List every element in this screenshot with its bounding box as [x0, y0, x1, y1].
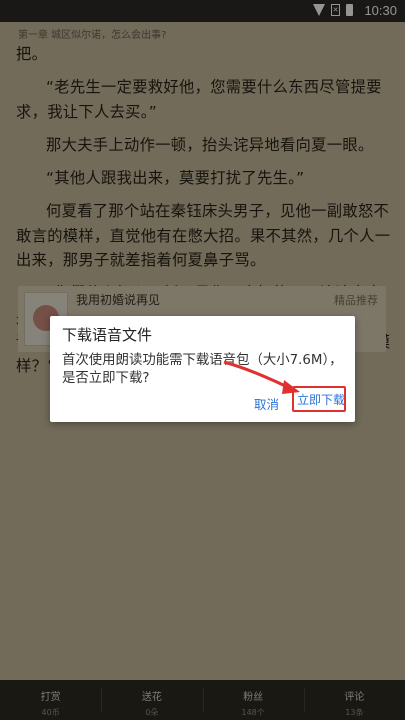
dialog-title: 下载语音文件: [62, 326, 153, 344]
pointer-arrow-icon: [223, 360, 300, 394]
cancel-button[interactable]: 取消: [254, 394, 279, 413]
dialog-message: 首次使用朗读功能需下载语音包（大小7.6M），是否立即下载?: [62, 353, 343, 386]
download-voice-dialog: 下载语音文件 首次使用朗读功能需下载语音包（大小7.6M），是否立即下载? 取消…: [50, 316, 355, 422]
download-now-button[interactable]: 立即下载: [297, 388, 345, 412]
